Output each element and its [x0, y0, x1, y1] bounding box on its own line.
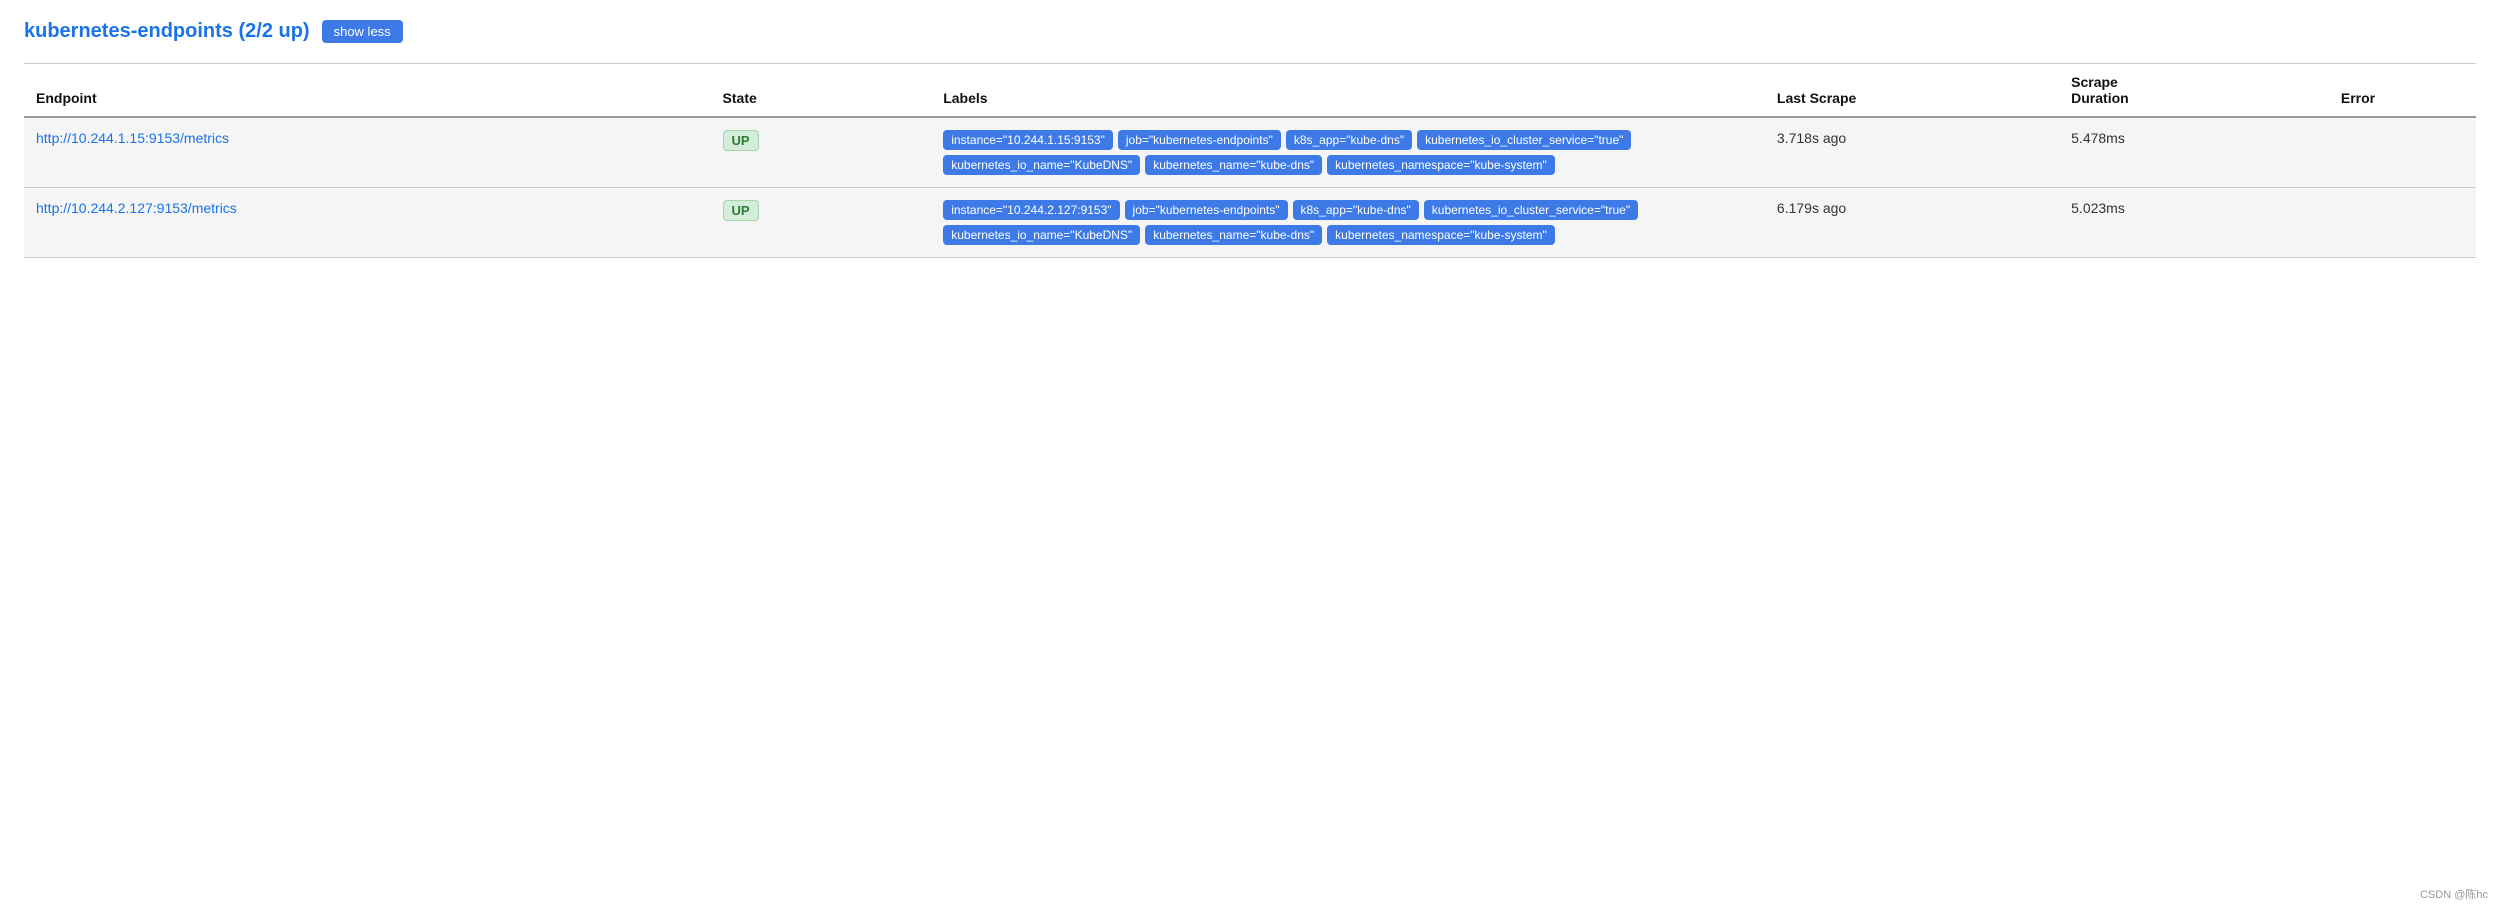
col-header-endpoint: Endpoint — [24, 64, 711, 118]
label-tag: kubernetes_namespace="kube-system" — [1327, 225, 1555, 245]
show-less-button[interactable]: show less — [322, 20, 403, 43]
label-tag: instance="10.244.1.15:9153" — [943, 130, 1113, 150]
table-row: http://10.244.2.127:9153/metrics UP instan… — [24, 188, 2476, 258]
col-header-last-scrape: Last Scrape — [1765, 64, 2059, 118]
endpoints-table: Endpoint State Labels Last Scrape Scrape… — [24, 63, 2476, 258]
endpoint-cell: http://10.244.2.127:9153/metrics — [24, 188, 711, 258]
col-header-labels: Labels — [931, 64, 1765, 118]
page-header: kubernetes-endpoints (2/2 up) show less — [24, 20, 2476, 43]
label-tag: k8s_app="kube-dns" — [1293, 200, 1419, 220]
last-scrape-cell: 6.179s ago — [1765, 188, 2059, 258]
last-scrape-value: 6.179s ago — [1777, 200, 1846, 216]
endpoint-link[interactable]: http://10.244.2.127:9153/metrics — [36, 200, 237, 216]
last-scrape-value: 3.718s ago — [1777, 130, 1846, 146]
page-title: kubernetes-endpoints (2/2 up) — [24, 20, 310, 43]
col-header-error: Error — [2329, 64, 2476, 118]
error-cell — [2329, 117, 2476, 188]
duration-value: 5.023ms — [2071, 200, 2125, 216]
state-cell: UP — [711, 117, 932, 188]
col-header-state: State — [711, 64, 932, 118]
table-body: http://10.244.1.15:9153/metrics UP instanc… — [24, 117, 2476, 258]
label-tag: kubernetes_name="kube-dns" — [1145, 225, 1322, 245]
label-tag: kubernetes_io_cluster_service="true" — [1424, 200, 1638, 220]
label-tag: kubernetes_name="kube-dns" — [1145, 155, 1322, 175]
label-tag: kubernetes_io_cluster_service="true" — [1417, 130, 1631, 150]
endpoint-cell: http://10.244.1.15:9153/metrics — [24, 117, 711, 188]
state-cell: UP — [711, 188, 932, 258]
label-tag: kubernetes_io_name="KubeDNS" — [943, 155, 1140, 175]
labels-cell: instance="10.244.2.127:9153" job="kuberne… — [931, 188, 1765, 258]
endpoint-link[interactable]: http://10.244.1.15:9153/metrics — [36, 130, 229, 146]
duration-cell: 5.478ms — [2059, 117, 2329, 188]
state-badge: UP — [723, 200, 759, 221]
watermark: CSDN @陈hc — [2420, 886, 2488, 902]
label-tag: kubernetes_namespace="kube-system" — [1327, 155, 1555, 175]
label-tag: job="kubernetes-endpoints" — [1125, 200, 1288, 220]
label-tag: kubernetes_io_name="KubeDNS" — [943, 225, 1140, 245]
label-tag: instance="10.244.2.127:9153" — [943, 200, 1119, 220]
labels-container: instance="10.244.2.127:9153" job="kuberne… — [943, 200, 1753, 245]
label-tag: k8s_app="kube-dns" — [1286, 130, 1412, 150]
state-badge: UP — [723, 130, 759, 151]
duration-value: 5.478ms — [2071, 130, 2125, 146]
duration-cell: 5.023ms — [2059, 188, 2329, 258]
labels-cell: instance="10.244.1.15:9153"job="kubernet… — [931, 117, 1765, 188]
last-scrape-cell: 3.718s ago — [1765, 117, 2059, 188]
table-header: Endpoint State Labels Last Scrape Scrape… — [24, 64, 2476, 118]
table-row: http://10.244.1.15:9153/metrics UP instanc… — [24, 117, 2476, 188]
label-tag: job="kubernetes-endpoints" — [1118, 130, 1281, 150]
labels-container: instance="10.244.1.15:9153"job="kubernet… — [943, 130, 1753, 175]
error-cell — [2329, 188, 2476, 258]
col-header-scrape-duration: ScrapeDuration — [2059, 64, 2329, 118]
